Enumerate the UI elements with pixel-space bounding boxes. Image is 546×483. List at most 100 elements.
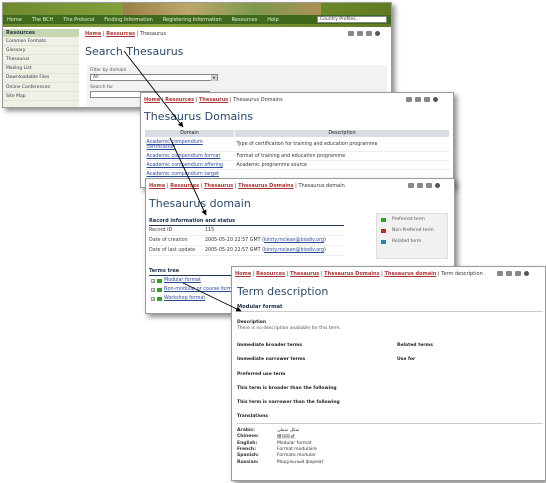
sidebar-item-site-map[interactable]: Site Map: [3, 92, 79, 102]
domain-filter-select[interactable]: All ▾: [90, 74, 218, 81]
nav-the-protocol[interactable]: The Protocol: [63, 17, 94, 23]
legend-item: Non-Prefered term: [377, 225, 447, 236]
help-icon[interactable]: [375, 31, 380, 36]
email-icon[interactable]: [506, 271, 512, 276]
preferred-term-icon: [157, 296, 162, 301]
nav-help[interactable]: Help: [267, 17, 278, 23]
translation-value: 模块形式: [277, 434, 295, 440]
language-label: English:: [237, 440, 258, 446]
page-tools: [348, 31, 380, 36]
domain-filter-value: All: [93, 75, 99, 80]
expand-icon[interactable]: +: [151, 278, 155, 283]
email-icon[interactable]: [417, 183, 423, 188]
sidebar-item-common-formats[interactable]: Common Formats: [3, 37, 79, 47]
crumb-thesaurus-domains[interactable]: Thesaurus Domains: [324, 271, 379, 277]
printer-icon[interactable]: [366, 31, 372, 36]
domain-link[interactable]: Academic compendium offering: [147, 163, 223, 168]
crumb-resources[interactable]: Resources: [256, 271, 285, 277]
legend-item: Preferred term: [377, 214, 447, 225]
domain-link[interactable]: Academic compendium target: [147, 172, 219, 177]
expand-icon[interactable]: +: [151, 287, 155, 292]
term-link[interactable]: Non-modular or course format: [164, 287, 237, 292]
record-row: Date of creation 2005-05-20 22:57 GMT (k…: [149, 236, 344, 246]
site-header: Home The BCH The Protocol Finding Inform…: [3, 3, 391, 27]
record-info-heading: Record information and status: [149, 217, 344, 226]
nav-registering-information[interactable]: Registering Information: [163, 17, 222, 23]
legend-label: Related term: [392, 239, 422, 244]
crumb-thesaurus[interactable]: Thesaurus: [204, 183, 233, 189]
print-icon[interactable]: [497, 271, 503, 276]
record-value: 115: [205, 228, 215, 233]
nav-home[interactable]: Home: [7, 17, 22, 23]
sidebar-item-mailing-list[interactable]: Mailing List: [3, 65, 79, 74]
author-email-link[interactable]: kirsty.mclean@biodiv.org: [264, 238, 324, 243]
translation-value: Formato modular: [277, 453, 316, 459]
domains-table: Domain Description Academic compendium c…: [144, 129, 450, 179]
preferred-use-term-label: Preferred use term: [237, 372, 286, 377]
term-name: Modular format: [237, 304, 543, 312]
term-description-window: Home | Resources | Thesaurus | Thesaurus…: [231, 266, 546, 481]
crumb-resources[interactable]: Resources: [106, 31, 135, 37]
domain-link[interactable]: Academic compendium format: [147, 154, 221, 159]
nav-finding-information[interactable]: Finding Information: [104, 17, 153, 23]
translations-label: Translations: [237, 414, 268, 419]
table-row: Academic compendium certification Type o…: [144, 137, 450, 152]
table-row: Academic compendium offering Academic pr…: [144, 160, 450, 170]
language-label: French:: [237, 447, 256, 453]
author-email-link[interactable]: kirsty.mclean@biodiv.org: [264, 248, 324, 253]
print-icon[interactable]: [348, 31, 354, 36]
crumb-home[interactable]: Home: [235, 271, 251, 277]
help-icon[interactable]: [524, 271, 529, 276]
domain-link[interactable]: Academic compendium certification: [147, 140, 203, 150]
printer-icon[interactable]: [515, 271, 521, 276]
crumb-current: Term description: [441, 271, 483, 277]
record-label: Date of creation: [149, 238, 188, 243]
broader-than-label: This term is broader than the following: [237, 386, 337, 391]
sidebar-item-online-conferences[interactable]: Online Conferences: [3, 83, 79, 93]
print-icon[interactable]: [408, 183, 414, 188]
table-row: Academic compendium format Format of tra…: [144, 151, 450, 161]
translation-value: Модульный формат: [277, 459, 325, 465]
crumb-current: Thesaurus Domains: [233, 97, 283, 103]
page-tools: [497, 271, 529, 276]
record-label: Record ID: [149, 228, 173, 233]
term-link[interactable]: Workshop format: [164, 296, 205, 301]
crumb-thesaurus-domains[interactable]: Thesaurus Domains: [238, 183, 293, 189]
nav-the-bch[interactable]: The BCH: [32, 17, 53, 23]
country-profiles-select[interactable]: Country Profiles...: [317, 16, 387, 23]
page-tools: [406, 97, 438, 102]
printer-icon[interactable]: [426, 183, 432, 188]
term-link[interactable]: Modular format: [164, 278, 201, 283]
crumb-resources[interactable]: Resources: [170, 183, 199, 189]
print-icon[interactable]: [406, 97, 412, 102]
language-label: Chinese:: [237, 433, 259, 439]
domains-table-wrap: Domain Description Academic compendium c…: [144, 129, 450, 179]
crumb-home[interactable]: Home: [144, 97, 160, 103]
crumb-thesaurus-domain[interactable]: Thesaurus domain: [384, 271, 436, 277]
crumb-home[interactable]: Home: [149, 183, 165, 189]
sidebar-item-thesaurus[interactable]: Thesaurus: [3, 55, 79, 65]
expand-icon[interactable]: +: [151, 296, 155, 301]
record-info: Record information and status Record ID …: [149, 217, 344, 256]
help-icon[interactable]: [435, 183, 440, 188]
filter-label: Filter by domain: [90, 68, 127, 73]
nav-resources[interactable]: Resources: [232, 17, 258, 23]
preferred-term-icon: [157, 278, 162, 283]
breadcrumb: Home | Resources | Thesaurus | Thesaurus…: [144, 97, 283, 103]
translation-row: Chinese: 模块形式: [237, 433, 387, 440]
help-icon[interactable]: [433, 97, 438, 102]
crumb-thesaurus[interactable]: Thesaurus: [199, 97, 228, 103]
translation-value: Format modulaire: [277, 447, 317, 453]
email-icon[interactable]: [415, 97, 421, 102]
crumb-resources[interactable]: Resources: [165, 97, 194, 103]
record-value: 2005-05-20 22:57 GMT: [205, 238, 261, 243]
email-icon[interactable]: [357, 31, 363, 36]
sidebar-item-glossary[interactable]: Glossary: [3, 46, 79, 56]
breadcrumb: Home | Resources | Thesaurus: [85, 31, 166, 37]
crumb-thesaurus[interactable]: Thesaurus: [290, 271, 319, 277]
sidebar-item-downloadable-files[interactable]: Downloadable Files: [3, 74, 79, 83]
page-tools: [408, 183, 440, 188]
translation-value: شكل نمطي: [277, 427, 300, 433]
crumb-home[interactable]: Home: [85, 31, 101, 37]
printer-icon[interactable]: [424, 97, 430, 102]
